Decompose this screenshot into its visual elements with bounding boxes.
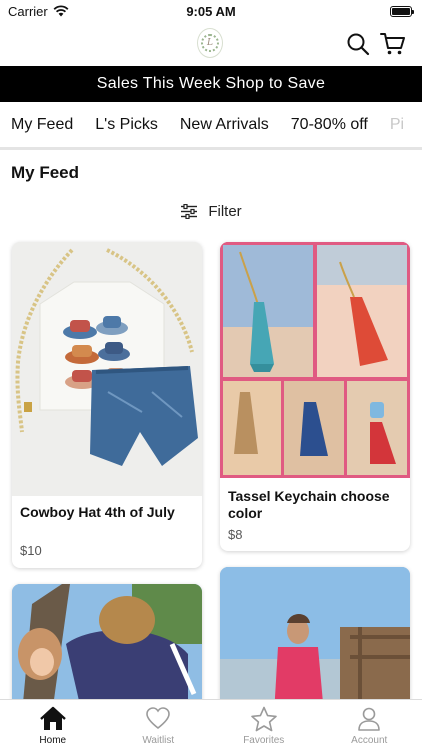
app-header: L	[0, 22, 422, 66]
nav-favorites-label: Favorites	[243, 735, 285, 746]
nav-favorites[interactable]: Favorites	[211, 700, 317, 750]
product-image	[12, 242, 202, 496]
product-image	[12, 584, 202, 714]
product-card[interactable]: Tassel Keychain choose color $8	[220, 242, 410, 551]
filter-button[interactable]: Filter	[0, 203, 422, 220]
search-icon	[347, 33, 370, 56]
category-tabs: My Feed L's Picks New Arrivals 70-80% of…	[0, 102, 422, 150]
status-bar: Carrier 9:05 AM	[0, 0, 422, 22]
search-button[interactable]	[344, 30, 372, 58]
star-icon	[250, 706, 277, 732]
page-title: My Feed	[11, 163, 80, 182]
cart-icon	[380, 33, 405, 55]
nav-waitlist[interactable]: Waitlist	[106, 700, 212, 750]
tab-ls-picks[interactable]: L's Picks	[84, 102, 169, 147]
tab-partial[interactable]: Pi	[379, 102, 415, 147]
filter-label: Filter	[208, 203, 242, 220]
promo-text: Sales This Week Shop to Save	[96, 75, 326, 92]
status-time: 9:05 AM	[186, 3, 236, 19]
product-card[interactable]: Cowboy Hat 4th of July $10	[12, 242, 202, 568]
promo-banner[interactable]: Sales This Week Shop to Save	[0, 66, 422, 102]
home-icon	[39, 706, 66, 730]
product-image	[220, 567, 410, 714]
logo-monogram: L	[201, 34, 219, 52]
nav-home[interactable]: Home	[0, 700, 106, 750]
battery-icon	[390, 5, 414, 17]
product-image	[220, 242, 410, 478]
nav-home-label: Home	[39, 735, 67, 746]
store-logo[interactable]: L	[197, 28, 223, 58]
nav-account[interactable]: Account	[317, 700, 422, 750]
tab-my-feed[interactable]: My Feed	[0, 102, 84, 147]
product-price: $8	[228, 527, 243, 542]
tab-new-arrivals[interactable]: New Arrivals	[169, 102, 280, 147]
nav-account-label: Account	[351, 735, 388, 746]
tab-70-80-off[interactable]: 70-80% off	[280, 102, 379, 147]
product-title: Cowboy Hat 4th of July	[20, 504, 175, 520]
product-card[interactable]	[220, 567, 410, 714]
nav-waitlist-label: Waitlist	[142, 735, 175, 746]
product-card[interactable]	[12, 584, 202, 714]
product-title: Tassel Keychain choose color	[228, 488, 390, 521]
person-icon	[358, 707, 381, 731]
product-price: $10	[20, 543, 42, 558]
bottom-nav: Home Waitlist Favorites Account	[0, 699, 422, 750]
heart-icon	[146, 707, 171, 730]
cart-button[interactable]	[379, 30, 407, 58]
filter-sliders-icon	[181, 204, 198, 219]
